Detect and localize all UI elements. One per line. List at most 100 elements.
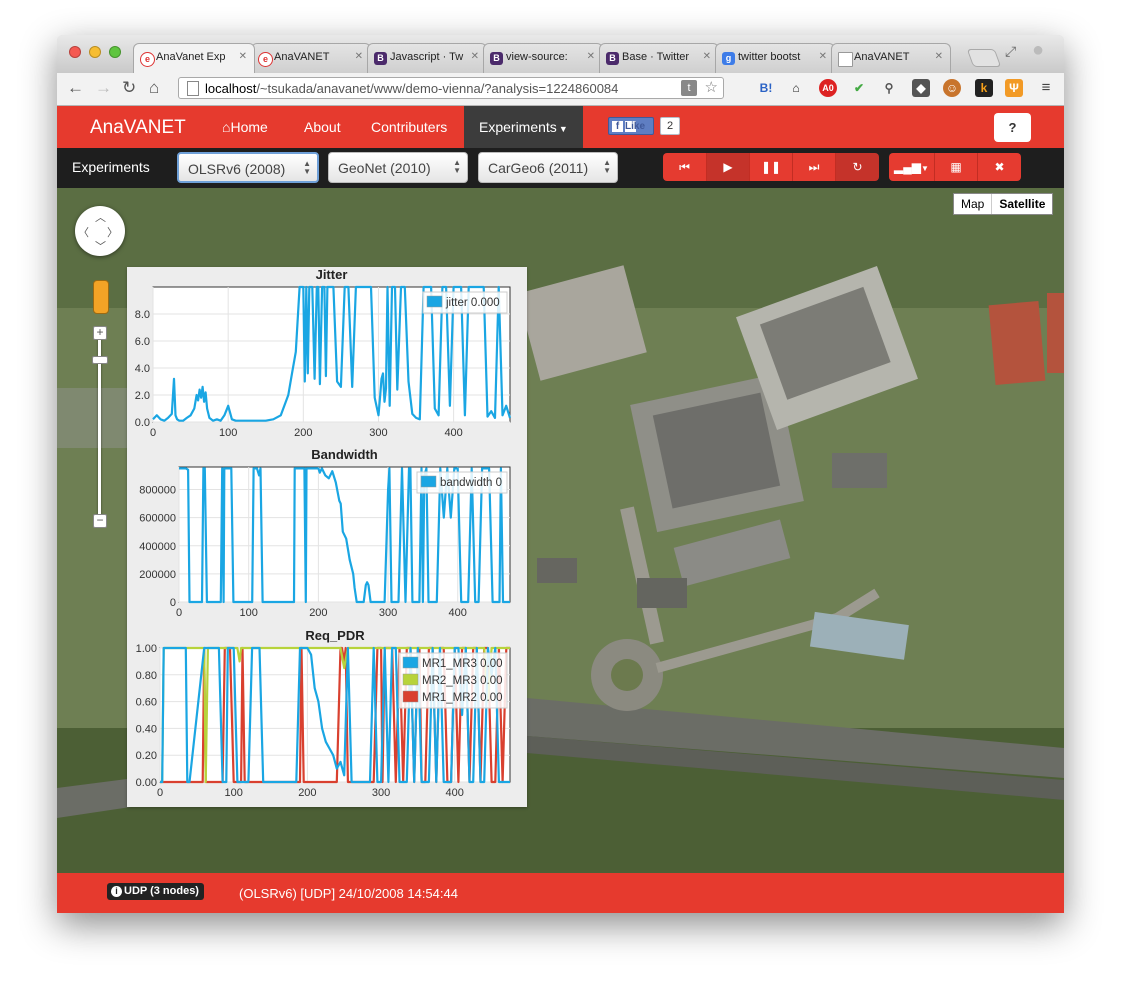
tab-anavanet-exp[interactable]: e AnaVanet Exp ✕ [133, 43, 255, 73]
anavanet-favicon-icon: e [258, 52, 273, 67]
twitter-icon[interactable]: t [681, 80, 697, 96]
back-arrow-icon[interactable]: ← [67, 78, 84, 98]
museum-icon[interactable]: ⌂ [787, 79, 805, 97]
tab-close-icon[interactable]: ✕ [239, 51, 247, 62]
tab-strip: e AnaVanet Exp ✕ e AnaVANET ✕ B Javascri… [57, 35, 1064, 73]
broom-icon[interactable]: ⚲ [880, 79, 898, 97]
address-bar[interactable]: localhost/~tsukada/anavanet/www/demo-vie… [178, 77, 724, 99]
select-value: OLSRv6 (2008) [188, 161, 286, 177]
y-tick-label: 0.60 [136, 697, 157, 709]
tab-view-source[interactable]: B view-source: ✕ [483, 43, 603, 73]
window-minimize-button[interactable] [89, 46, 101, 58]
anavanet-favicon-icon: e [140, 52, 155, 67]
x-tick-label: 200 [294, 427, 312, 439]
zoom-control: + − [92, 326, 108, 528]
tab-anavanet-2[interactable]: AnaVANET ✕ [831, 43, 951, 73]
fork-icon[interactable]: Ψ [1005, 79, 1023, 97]
facebook-like-button[interactable]: f Like [608, 117, 654, 135]
pan-control[interactable]: ︿ 〈 〉 ﹀ [75, 206, 125, 256]
legend-label: MR2_MR3 0.00 [422, 675, 503, 687]
x-tick-label: 300 [372, 787, 390, 799]
x-tick-label: 100 [219, 427, 237, 439]
zoom-in-button[interactable]: + [93, 326, 107, 340]
pan-down-icon[interactable]: ﹀ [95, 238, 106, 254]
pause-button[interactable]: ❚❚ [750, 153, 793, 181]
check-icon[interactable]: ✔ [850, 79, 868, 97]
x-tick-label: 0 [157, 787, 163, 799]
map-type-control: Map Satellite [953, 193, 1054, 215]
chart-title: Bandwidth [311, 447, 377, 462]
nodes-badge[interactable]: i UDP (3 nodes) [107, 883, 204, 900]
y-tick-label: 0.00 [136, 777, 157, 789]
play-button[interactable]: ▶ [707, 153, 750, 181]
help-button[interactable]: ? [994, 113, 1031, 142]
layout-button[interactable]: ▦ [935, 153, 978, 181]
map-type-satellite-button[interactable]: Satellite [991, 194, 1052, 214]
new-tab-button[interactable] [966, 49, 1002, 67]
klout-icon[interactable]: k [975, 79, 993, 97]
nav-about[interactable]: About [304, 106, 341, 148]
tab-twitter-bootstrap[interactable]: g twitter bootst ✕ [715, 43, 835, 73]
y-tick-label: 8.0 [135, 309, 150, 321]
chart-dropdown-button[interactable]: ▂▄▆▼ [889, 153, 935, 181]
cargeo6-select[interactable]: CarGeo6 (2011) ▲ ▼ [478, 152, 618, 183]
tab-close-icon[interactable]: ✕ [587, 51, 595, 62]
evernote-icon[interactable]: ◆ [912, 79, 930, 97]
hatena-bookmark-icon[interactable]: B! [757, 79, 775, 97]
forward-arrow-icon[interactable]: → [95, 78, 112, 98]
tab-close-icon[interactable]: ✕ [703, 51, 711, 62]
url-text: localhost/~tsukada/anavanet/www/demo-vie… [205, 81, 619, 96]
y-tick-label: 0.0 [135, 417, 150, 429]
x-tick-label: 300 [379, 607, 397, 619]
tab-close-icon[interactable]: ✕ [935, 51, 943, 62]
legend-swatch [420, 475, 437, 488]
nav-home[interactable]: ⌂Home [222, 106, 268, 148]
pan-up-icon[interactable]: ︿ [95, 209, 106, 225]
window-close-button[interactable] [69, 46, 81, 58]
home-icon[interactable]: ⌂ [149, 78, 159, 98]
refresh-button[interactable]: ↻ [836, 153, 879, 181]
bootstrap-favicon-icon: B [374, 52, 387, 65]
zoom-slider-handle[interactable] [92, 356, 108, 364]
facebook-like-count: 2 [660, 117, 681, 135]
x-tick-label: 200 [298, 787, 316, 799]
street-view-pegman-icon[interactable] [93, 280, 109, 314]
brand[interactable]: AnaVANET [90, 117, 186, 139]
legend-label: bandwidth 0 [440, 477, 502, 489]
zoom-out-button[interactable]: − [93, 514, 107, 528]
menu-icon[interactable]: ≡ [1037, 79, 1055, 97]
tab-javascript[interactable]: B Javascript · Tw ✕ [367, 43, 487, 73]
geonet-select[interactable]: GeoNet (2010) ▲ ▼ [328, 152, 468, 183]
tab-anavanet[interactable]: e AnaVANET ✕ [251, 43, 371, 73]
close-charts-button[interactable]: ✖ [978, 153, 1021, 181]
step-back-button[interactable]: ⏮ [663, 153, 707, 181]
info-icon: i [111, 886, 122, 897]
adblock-icon[interactable]: A0 [819, 79, 837, 97]
user-profile-icon[interactable]: ● [1032, 39, 1044, 62]
y-tick-label: 2.0 [135, 390, 150, 402]
tab-label: AnaVanet Exp [156, 51, 226, 63]
y-tick-label: 800000 [139, 485, 176, 497]
satellite-map[interactable]: Map Satellite ︿ 〈 〉 ﹀ + − Jitter 0.0 2.0 4.0… [57, 188, 1064, 873]
step-forward-button[interactable]: ⏭ [793, 153, 836, 181]
nav-contributers[interactable]: Contributers [371, 106, 447, 148]
tab-close-icon[interactable]: ✕ [355, 51, 363, 62]
pan-left-icon[interactable]: 〈 [78, 224, 89, 240]
reload-icon[interactable]: ↻ [122, 78, 136, 98]
nav-experiments-dropdown[interactable]: Experiments ▼ [464, 106, 583, 148]
pan-right-icon[interactable]: 〉 [107, 224, 118, 240]
star-icon[interactable]: ☆ [705, 78, 718, 96]
tab-close-icon[interactable]: ✕ [471, 51, 479, 62]
window-maximize-button[interactable] [109, 46, 121, 58]
tab-close-icon[interactable]: ✕ [819, 51, 827, 62]
map-type-map-button[interactable]: Map [954, 194, 991, 214]
fullscreen-icon[interactable]: ⤢ [1005, 43, 1016, 60]
tab-label: Javascript · Tw [390, 51, 464, 63]
tab-base-twitter[interactable]: B Base · Twitter ✕ [599, 43, 719, 73]
select-value: CarGeo6 (2011) [488, 160, 589, 176]
x-tick-label: 0 [176, 607, 182, 619]
olsrv6-select[interactable]: OLSRv6 (2008) ▲ ▼ [177, 152, 319, 183]
chart-title: Jitter [316, 267, 348, 282]
google-favicon-icon: g [722, 52, 735, 65]
monkey-icon[interactable]: ☺ [943, 79, 961, 97]
